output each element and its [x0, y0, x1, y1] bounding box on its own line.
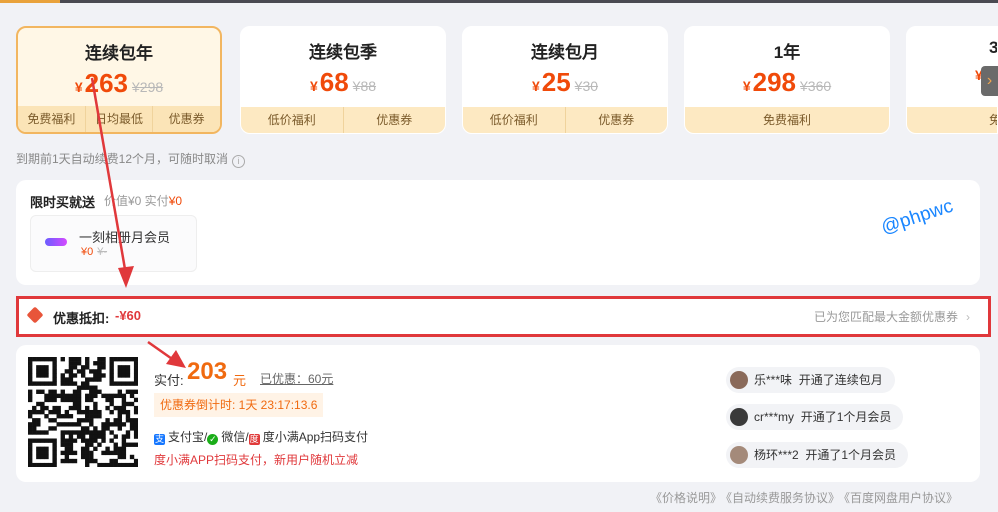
price-info-link[interactable]: 《价格说明》: [650, 491, 722, 505]
plan-tag: 免费福利: [762, 113, 811, 127]
info-icon[interactable]: i: [232, 155, 246, 168]
feed-item: cr***my 开通了1个月会员: [726, 404, 904, 430]
plan-price: 298: [752, 67, 797, 97]
coupon-countdown: 优惠券倒计时: 1天 23:17:13.6: [154, 393, 324, 417]
feed-action: 开通了连续包月: [798, 373, 883, 387]
plan-currency: ¥: [531, 78, 540, 94]
feed-user: cr***my: [754, 410, 795, 424]
footer-links: 《价格说明》 《自动续费服务协议》 《百度网盘用户协议》: [646, 489, 958, 506]
plan-name: 3: [989, 38, 998, 57]
auto-renew-note-text: 到期前1天自动续费12个月，可随时取消: [16, 152, 229, 166]
gift-value-prefix: 价值¥0 实付: [104, 194, 169, 208]
payment-qr-code: [28, 357, 138, 467]
payment-section: 实付: 203 元 已优惠：60元 优惠券倒计时: 1天 23:17:13.6 …: [16, 345, 980, 482]
gift-section: 限时买就送 价值¥0 实付¥0 一刻相册月会员 ¥0 ¥-: [16, 180, 980, 285]
plan-tag: 免费福利: [18, 106, 86, 132]
plan-old-price: ¥360: [800, 78, 832, 94]
feed-action: 开通了1个月会员: [805, 448, 897, 462]
paid-amount: 203: [187, 358, 228, 385]
gift-item-card[interactable]: 一刻相册月会员 ¥0 ¥-: [30, 215, 197, 272]
gift-value: 价值¥0 实付¥0: [104, 192, 182, 209]
gift-item-price-value: ¥0: [81, 246, 94, 258]
plan-price: 263: [84, 68, 129, 98]
discount-hint-text: 已为您匹配最大金额优惠券: [813, 310, 958, 324]
plan-name: 连续包月: [531, 43, 599, 62]
avatar: [730, 408, 748, 426]
gift-item-price: ¥0 ¥-: [81, 246, 107, 258]
coupon-discount-row[interactable]: 优惠抵扣: -¥60 已为您匹配最大金额优惠券 ›: [16, 296, 991, 337]
user-agreement-link[interactable]: 《百度网盘用户协议》: [844, 491, 958, 505]
chevron-right-icon: ›: [966, 310, 970, 324]
top-progress-bar: [0, 0, 998, 3]
plan-card-monthly-auto[interactable]: 连续包月 ¥25 ¥30 低价福利 优惠券: [462, 26, 668, 134]
duxiaoman-label: 度小满App扫码支付: [262, 430, 369, 444]
plan-tag: 免: [907, 107, 997, 133]
plan-tag: 日均最低: [86, 106, 154, 132]
auto-renew-agreement-link[interactable]: 《自动续费服务协议》: [726, 491, 840, 505]
gift-value-paid: ¥0: [168, 194, 183, 208]
plan-currency: ¥: [74, 79, 83, 95]
plan-price: 25: [541, 67, 571, 97]
plan-tag: 优惠券: [376, 113, 413, 127]
discount-hint: 已为您匹配最大金额优惠券 ›: [814, 308, 970, 325]
plan-name: 连续包年: [85, 44, 153, 63]
avatar: [730, 446, 748, 464]
alipay-icon: 支: [154, 434, 165, 445]
feed-action: 开通了1个月会员: [800, 410, 892, 424]
paid-label: 实付:: [154, 373, 184, 388]
plan-card-yearly-auto[interactable]: 连续包年 ¥263 ¥298 免费福利 日均最低 优惠券: [16, 26, 222, 134]
purchase-feed: 乐***味 开通了连续包月 cr***my 开通了1个月会员 杨环***2 开通…: [726, 345, 946, 482]
yike-album-logo-icon: [45, 238, 67, 246]
saved-amount-link[interactable]: 已优惠：60元: [260, 370, 333, 387]
plan-old-price: ¥298: [132, 79, 164, 95]
discount-amount: -¥60: [115, 308, 142, 323]
plan-card-quarterly-auto[interactable]: 连续包季 ¥68 ¥88 低价福利 优惠券: [240, 26, 446, 134]
plan-name: 连续包季: [309, 43, 377, 62]
plan-old-price: ¥88: [352, 78, 377, 94]
plan-tag: 低价福利: [241, 107, 344, 133]
auto-renew-note: 到期前1天自动续费12个月，可随时取消 i: [16, 150, 246, 168]
alipay-label: 支付宝/: [168, 430, 208, 444]
discount-label: 优惠抵扣:: [53, 311, 110, 326]
plan-name: 1年: [773, 43, 801, 62]
gift-title: 限时买就送: [30, 195, 96, 210]
avatar: [730, 371, 748, 389]
next-plans-arrow-icon[interactable]: ›: [981, 66, 998, 96]
feed-user: 乐***味: [754, 373, 793, 387]
feed-item: 杨环***2 开通了1个月会员: [726, 442, 909, 468]
feed-item: 乐***味 开通了连续包月: [726, 367, 895, 393]
plan-price: 68: [319, 67, 349, 97]
gift-item-old-price: ¥-: [97, 246, 108, 258]
paid-unit: 元: [233, 373, 247, 388]
coupon-gem-icon: [26, 306, 44, 324]
wechat-icon: ✓: [207, 434, 219, 445]
plan-currency: ¥: [309, 78, 318, 94]
feed-user: 杨环***2: [754, 448, 799, 462]
plan-card-1-year[interactable]: 1年 ¥298 ¥360 免费福利: [684, 26, 890, 134]
payment-methods: 支支付宝/✓ 微信/度 度小满App扫码支付: [154, 428, 368, 445]
duxiaoman-icon: 度: [248, 434, 260, 445]
plan-tag: 低价福利: [463, 107, 566, 133]
plan-tag: 优惠券: [598, 113, 635, 127]
promo-text: 度小满APP扫码支付，新用户随机立减: [154, 453, 359, 467]
plan-currency: ¥: [742, 78, 751, 94]
plan-old-price: ¥30: [574, 78, 599, 94]
gift-item-name: 一刻相册月会员: [79, 230, 171, 245]
plan-tag: 优惠券: [168, 112, 205, 126]
wechat-label: 微信/: [221, 430, 249, 444]
